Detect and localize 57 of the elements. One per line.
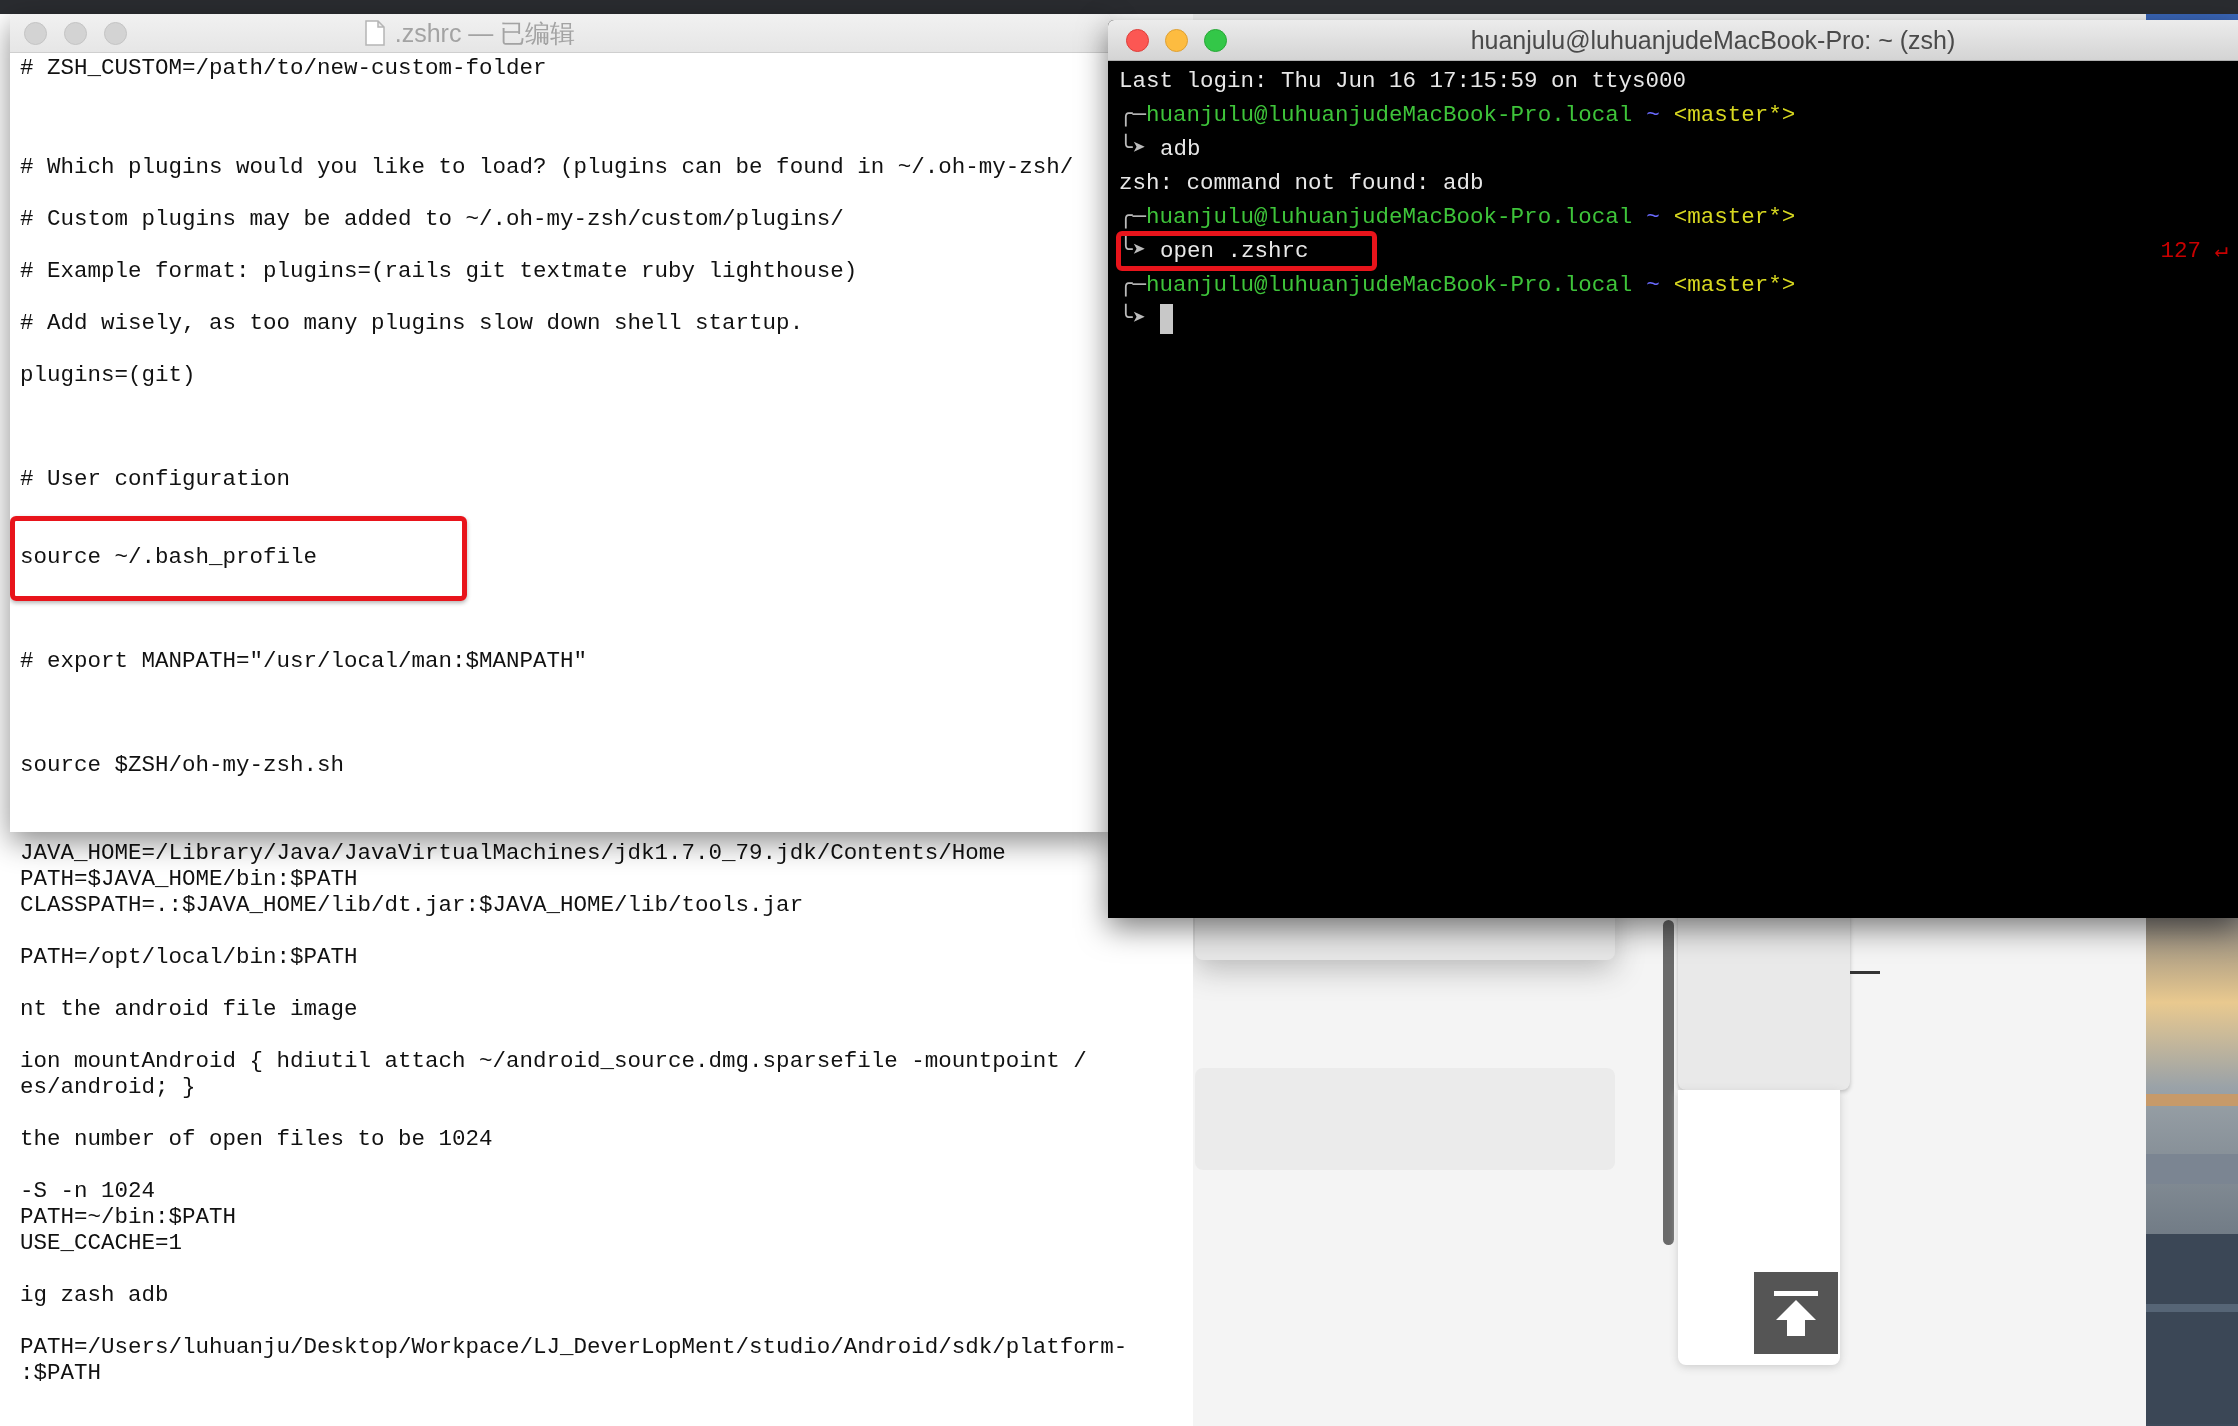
code-line: PATH=/Users/luhuanju/Desktop/Workpace/LJ_DeverLopMent/studio/Android/sdk/platform- [20, 1334, 1128, 1360]
close-button[interactable] [24, 21, 47, 45]
code-line: # Add wisely, as too many plugins slow down shell startup. [20, 310, 804, 337]
code-line: nt the android file image [20, 996, 358, 1022]
dash-mark [1850, 971, 1880, 974]
window-title: .zshrc — 已编辑 [394, 17, 576, 49]
code-line: USE_CCACHE=1 [20, 1230, 183, 1256]
code-line: # Example format: plugins=(rails git textmate ruby lighthouse) [20, 258, 858, 285]
code-line: # export MANPATH="/usr/local/man:$MANPATH" [20, 648, 588, 675]
document-icon [364, 20, 385, 46]
prompt-directory: ~ [1646, 203, 1660, 232]
prompt-arrow: ╰➤ [1119, 132, 1147, 166]
prompt-arrow: ╰➤ [1119, 302, 1147, 336]
terminal-output: zsh: command not found: adb [1119, 169, 1484, 198]
back-to-top-button[interactable] [1754, 1272, 1838, 1354]
window-title: huanjulu@luhuanjudeMacBook-Pro: ~ (zsh) [1469, 25, 1957, 55]
git-branch: <master*> [1673, 271, 1796, 300]
exit-status: 127 ↵ [2160, 237, 2228, 266]
code-line: es/android; } [20, 1074, 196, 1100]
zoom-button[interactable] [1204, 28, 1227, 52]
prompt-directory: ~ [1646, 101, 1660, 130]
git-branch: <master*> [1673, 203, 1796, 232]
scrollbar[interactable] [1663, 920, 1674, 1245]
command-text: open .zshrc [1160, 234, 1309, 268]
close-button[interactable] [1126, 28, 1149, 52]
code-line: the number of open files to be 1024 [20, 1126, 493, 1152]
prompt-directory: ~ [1646, 271, 1660, 300]
code-line: PATH=/opt/local/bin:$PATH [20, 944, 358, 970]
zoom-button[interactable] [104, 21, 127, 45]
prompt-corner: ╭─ [1119, 203, 1147, 232]
prompt-corner: ╭─ [1119, 271, 1147, 300]
code-line: CLASSPATH=.:$JAVA_HOME/lib/dt.jar:$JAVA_HOME/lib/tools.jar [20, 892, 804, 918]
code-line: JAVA_HOME=/Library/Java/JavaVirtualMachines/jdk1.7.0_79.jdk/Contents/Home [20, 840, 1006, 866]
command-text: adb [1160, 135, 1201, 164]
code-line: ion mountAndroid { hdiutil attach ~/android_source.dmg.sparsefile -mountpoint / [20, 1048, 1087, 1074]
prompt-user-host: huanjulu@luhuanjudeMacBook-Pro.local [1146, 203, 1633, 232]
minimize-button[interactable] [1165, 28, 1188, 52]
code-line: -S -n 1024 [20, 1178, 156, 1204]
minimize-button[interactable] [64, 21, 87, 45]
code-line: # ZSH_CUSTOM=/path/to/new-custom-folder [20, 55, 547, 82]
code-line: PATH=~/bin:$PATH [20, 1204, 237, 1230]
code-line: PATH=$JAVA_HOME/bin:$PATH [20, 866, 358, 892]
code-line: plugins=(git) [20, 362, 196, 389]
code-line: # Custom plugins may be added to ~/.oh-my-zsh/custom/plugins/ [20, 206, 844, 233]
prompt-corner: ╭─ [1119, 101, 1147, 130]
git-branch: <master*> [1673, 101, 1796, 130]
code-line: source $ZSH/oh-my-zsh.sh [20, 752, 345, 779]
code-line: :$PATH [20, 1360, 101, 1386]
prompt-user-host: huanjulu@luhuanjudeMacBook-Pro.local [1146, 101, 1633, 130]
code-line: ig zash adb [20, 1282, 169, 1308]
prompt-arrow: ╰➤ [1119, 235, 1147, 266]
arrow-up-icon [1771, 1288, 1821, 1338]
terminal-output: Last login: Thu Jun 16 17:15:59 on ttys000 [1119, 67, 1687, 96]
code-line: # Which plugins would you like to load? (plugins can be found in ~/.oh-my-zsh/ [20, 154, 1074, 181]
code-line: source ~/.bash_profile [20, 544, 318, 571]
prompt-user-host: huanjulu@luhuanjudeMacBook-Pro.local [1146, 271, 1633, 300]
code-line: # User configuration [20, 466, 291, 493]
